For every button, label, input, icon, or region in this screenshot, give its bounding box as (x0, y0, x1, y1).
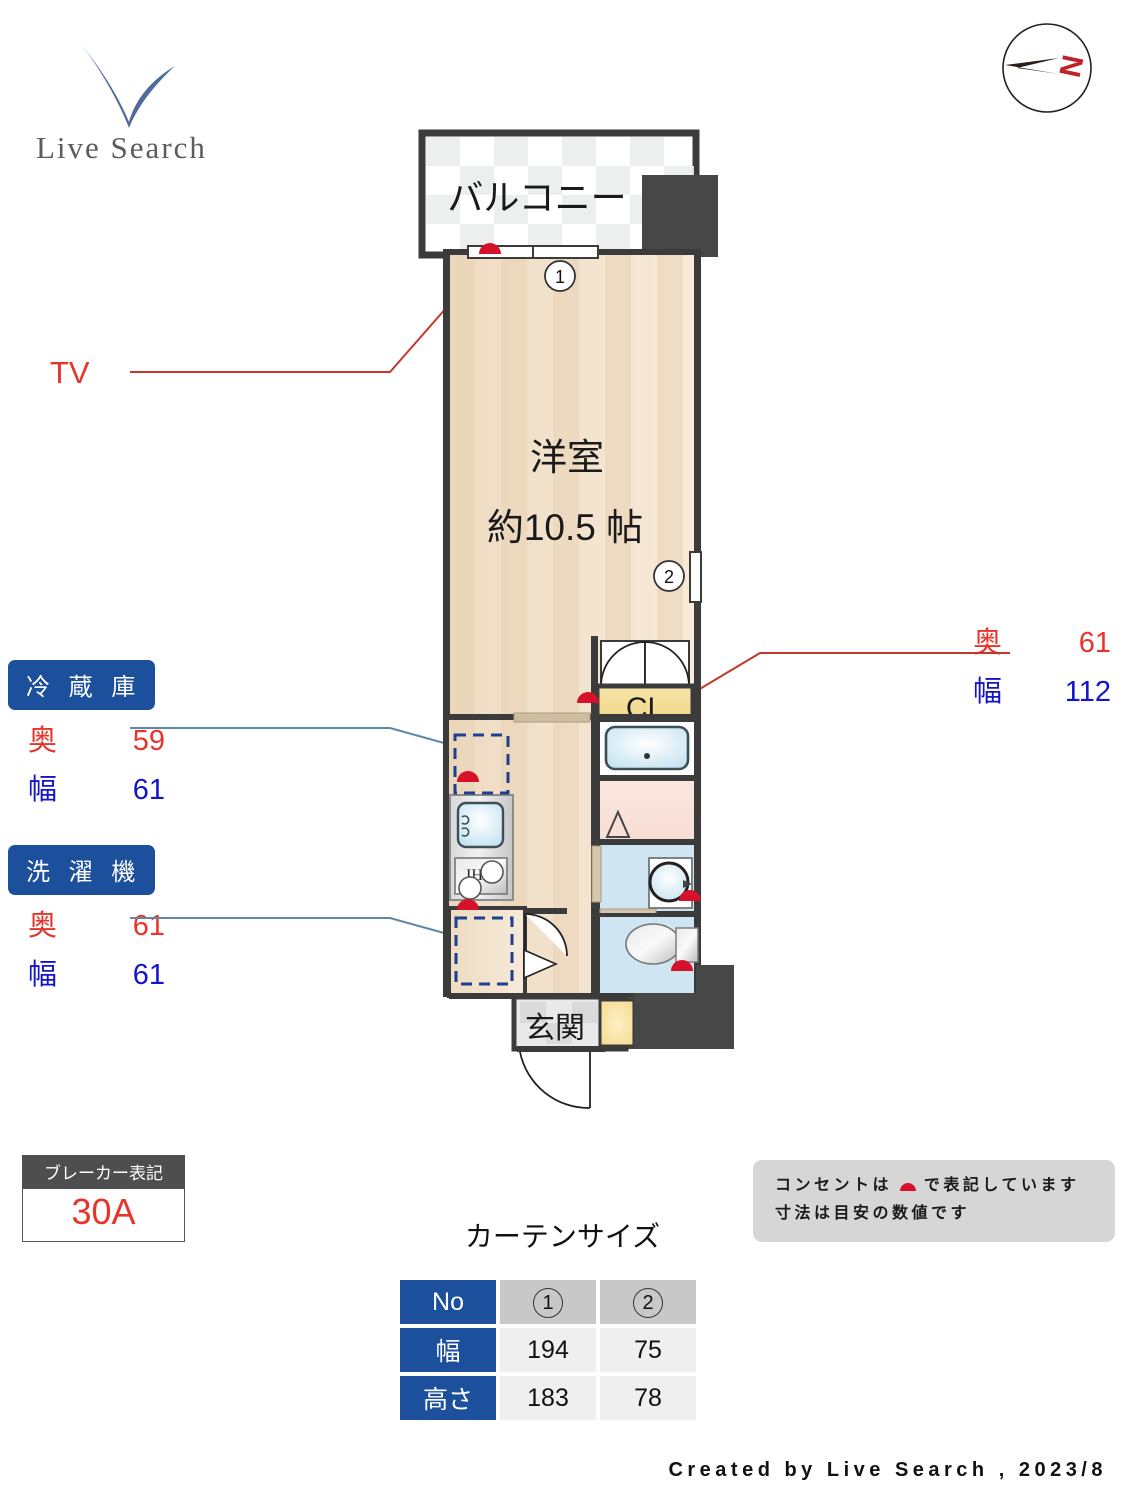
window-1-marker: 1 (555, 267, 565, 287)
curtain-size-title: カーテンサイズ (464, 1221, 661, 1252)
floorplan-drawing: バルコニー 1 2 洋室 約10.5 帖 CL IH 玄関 (418, 129, 734, 1109)
washer-space (447, 906, 527, 998)
outlet-marker-icon (899, 1183, 916, 1191)
window-2-marker: 2 (664, 567, 674, 587)
note-line-1-post: で表記しています (923, 1177, 1080, 1194)
curtain-row-width-value-2: 75 (600, 1328, 696, 1372)
washroom (591, 841, 698, 919)
table-row-header: No 1 2 (400, 1280, 696, 1324)
curtain-header-no: No (400, 1280, 496, 1324)
curtain-header-2-badge: 2 (633, 1287, 663, 1318)
curtain-row-width-label: 幅 (400, 1328, 496, 1372)
curtain-header-2: 2 (600, 1280, 696, 1324)
toilet (596, 913, 699, 999)
table-row: 幅 194 75 (400, 1328, 696, 1372)
balcony-label: バルコニー (447, 177, 626, 218)
breaker-title: ブレーカー表記 (22, 1155, 185, 1189)
kitchen-counter: IH (449, 794, 514, 901)
bathtub (596, 718, 698, 779)
footer-credit: Created by Live Search , 2023/8 (668, 1459, 1107, 1481)
balcony-area: バルコニー (418, 129, 718, 259)
note-line-1-pre: コンセントは (775, 1177, 893, 1194)
curtain-row-height-value-1: 183 (500, 1376, 596, 1420)
curtain-row-height-label: 高さ (400, 1376, 496, 1420)
curtain-row-width-value-1: 194 (500, 1328, 596, 1372)
table-row: 高さ 183 78 (400, 1376, 696, 1420)
curtain-header-1-badge: 1 (533, 1287, 563, 1318)
note-line-1: コンセントは で表記しています (775, 1172, 1099, 1200)
curtain-row-height-value-2: 78 (600, 1376, 696, 1420)
curtain-size-table: No 1 2 幅 194 75 高さ 183 78 (396, 1276, 700, 1424)
room-name-label: 洋室 (530, 437, 604, 478)
shower-area (596, 777, 698, 843)
entrance-label: 玄関 (525, 1012, 585, 1045)
curtain-header-1: 1 (500, 1280, 596, 1324)
room-size-label: 約10.5 帖 (487, 507, 643, 548)
